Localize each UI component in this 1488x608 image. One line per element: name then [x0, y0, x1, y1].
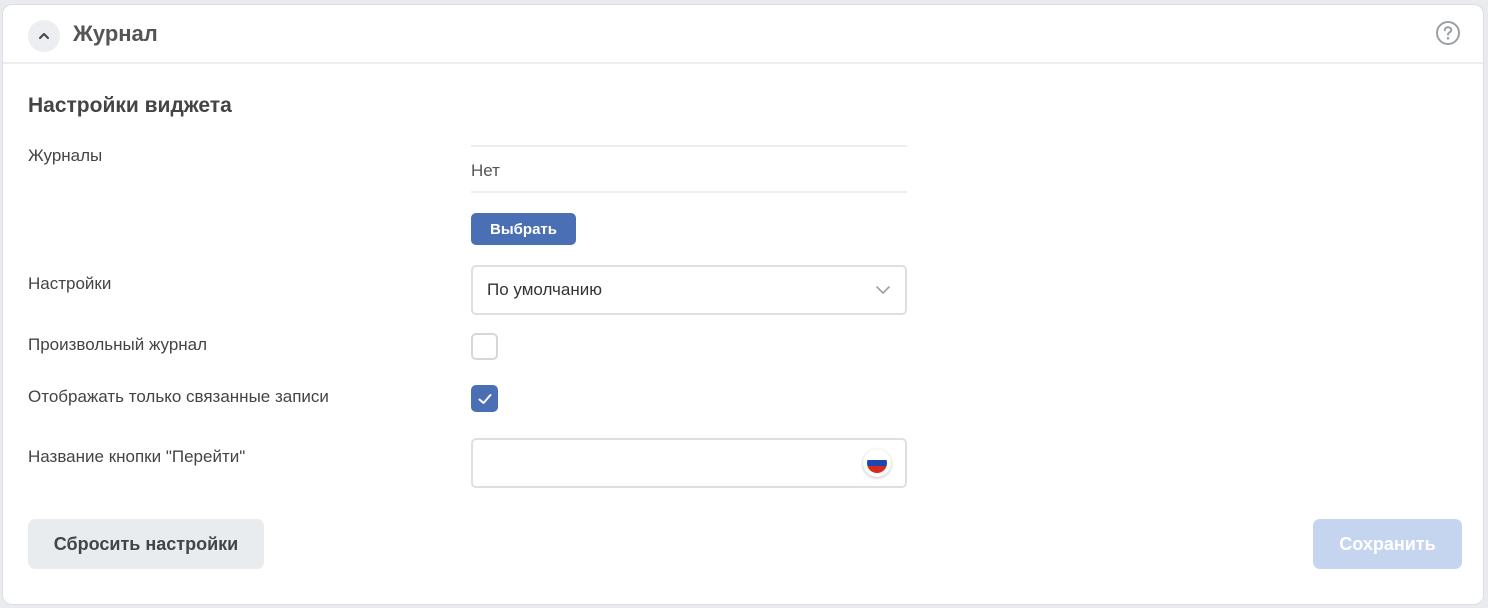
- linked-only-checkbox[interactable]: [471, 385, 498, 412]
- help-button[interactable]: [1435, 20, 1461, 46]
- journals-label: Журналы: [28, 146, 103, 165]
- panel-header: Журнал: [3, 5, 1483, 64]
- collapse-button[interactable]: [28, 20, 60, 52]
- journals-field: Нет: [471, 145, 907, 193]
- custom-journal-label: Произвольный журнал: [28, 335, 208, 354]
- question-circle-icon: [1436, 21, 1460, 45]
- save-button[interactable]: Сохранить: [1313, 519, 1462, 569]
- goto-button-name-label: Название кнопки "Перейти": [28, 447, 246, 466]
- chevron-up-icon: [39, 33, 49, 39]
- section-title: Настройки виджета: [28, 94, 232, 117]
- journal-widget-panel: Журнал Настройки виджета Журналы Нет Выб…: [2, 4, 1484, 605]
- goto-button-name-field[interactable]: [471, 438, 907, 488]
- custom-journal-checkbox[interactable]: [471, 333, 498, 360]
- chevron-down-icon: [876, 286, 890, 294]
- journals-value: Нет: [471, 161, 500, 180]
- settings-selected-value: По умолчанию: [487, 280, 602, 299]
- checkmark-icon: [478, 393, 491, 404]
- choose-journals-button[interactable]: Выбрать: [471, 213, 576, 245]
- settings-label: Настройки: [28, 274, 112, 293]
- goto-button-name-input[interactable]: [483, 448, 857, 480]
- russian-flag-icon[interactable]: [863, 449, 891, 477]
- linked-only-label: Отображать только связанные записи: [28, 387, 329, 406]
- settings-select[interactable]: По умолчанию: [471, 265, 907, 315]
- panel-title: Журнал: [73, 21, 158, 46]
- reset-settings-button[interactable]: Сбросить настройки: [28, 519, 264, 569]
